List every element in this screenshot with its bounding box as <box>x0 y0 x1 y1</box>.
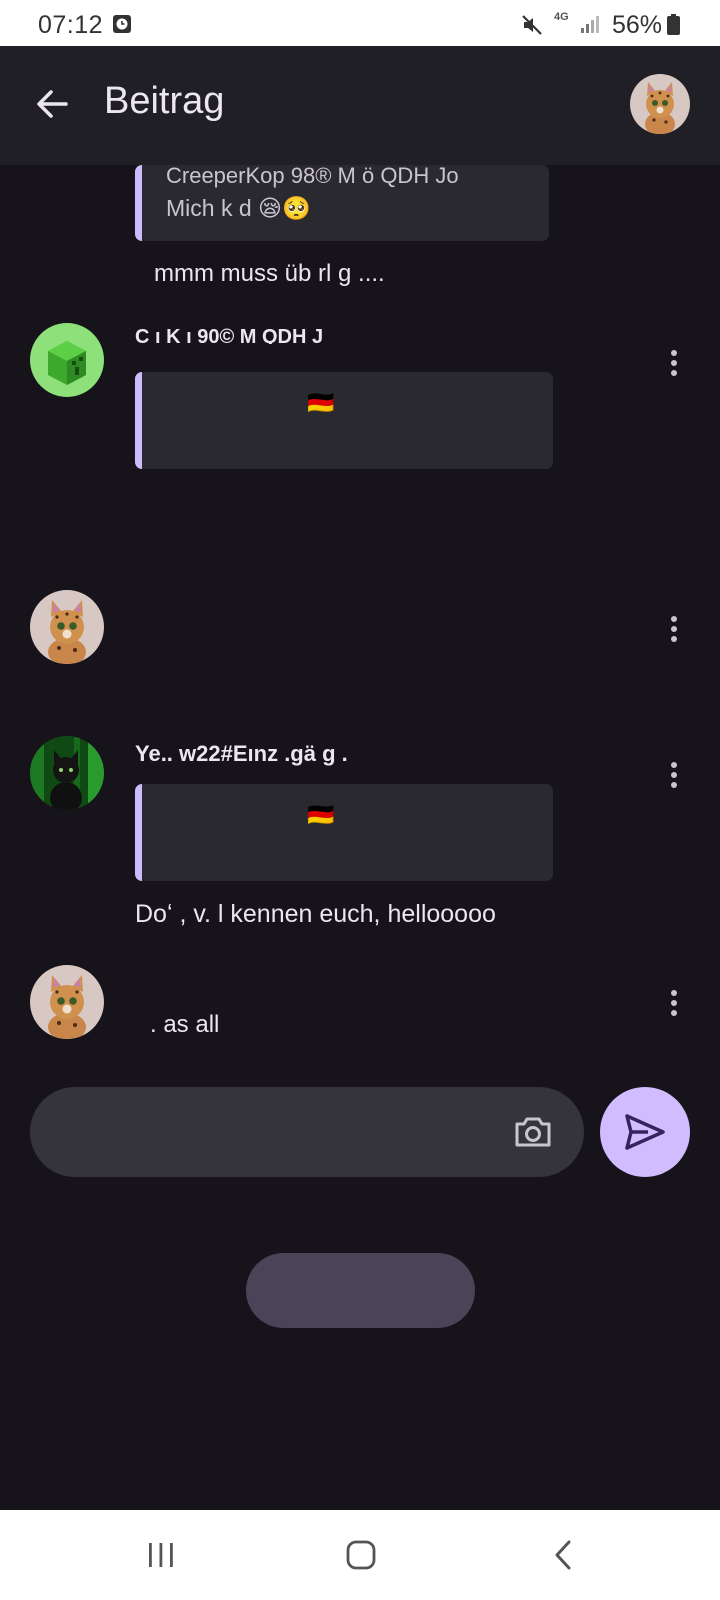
cat-avatar-image <box>30 965 104 1039</box>
comment-input[interactable] <box>30 1087 584 1177</box>
post-2-quote-flag: 🇩🇪 <box>307 390 335 415</box>
post-4-quote-flag: 🇩🇪 <box>307 802 335 827</box>
status-bar: 07:12 4G 56% <box>0 0 720 46</box>
post-1-quote-line1: CreeperKop 98® M ö QDH Jo <box>166 163 459 188</box>
post-1-text: mmm muss üb rl g .... <box>154 260 385 287</box>
post-4-more-vert-icon[interactable] <box>664 758 684 792</box>
back-arrow-icon[interactable] <box>30 82 74 126</box>
mute-icon <box>522 15 542 35</box>
back-nav-icon[interactable] <box>550 1539 578 1571</box>
top-app-bar: Beitrag <box>0 46 720 165</box>
clock-icon <box>113 15 131 33</box>
post-2-more-vert-icon[interactable] <box>664 346 684 380</box>
post-4-avatar[interactable] <box>30 736 104 810</box>
camera-icon[interactable] <box>512 1111 554 1153</box>
post-5-more-vert-icon[interactable] <box>664 986 684 1020</box>
send-icon <box>625 1114 665 1150</box>
floating-pill-button[interactable] <box>246 1253 475 1328</box>
status-time: 07:12 <box>38 11 104 39</box>
battery-icon <box>667 14 680 35</box>
user-avatar[interactable] <box>630 74 690 134</box>
page-title: Beitrag <box>104 80 225 122</box>
post-4-text: Doʻ , v. l kennen euch, hellooooo <box>135 900 496 928</box>
post-2-username: C ı K ı 90© M QDH J <box>135 326 324 344</box>
post-5-text: . as all <box>150 1011 220 1038</box>
post-1-quote[interactable]: CreeperKop 98® M ö QDH Jo Mich k d 😪🥺 <box>135 163 549 241</box>
send-button[interactable] <box>600 1087 690 1177</box>
cat-avatar-image <box>30 590 104 664</box>
black-cat-avatar-image <box>30 736 104 810</box>
post-1-quote-line2: Mich k d 😪🥺 <box>166 195 311 221</box>
network-type: 4G <box>554 11 569 23</box>
post-3-more-vert-icon[interactable] <box>664 612 684 646</box>
post-5-avatar[interactable] <box>30 965 104 1039</box>
creeper-avatar-image <box>30 323 104 397</box>
signal-icon <box>581 16 599 33</box>
recents-icon[interactable] <box>146 1540 176 1570</box>
post-4-quote[interactable]: 🇩🇪 <box>135 784 553 881</box>
post-3-avatar[interactable] <box>30 590 104 664</box>
post-2-quote[interactable]: 🇩🇪 <box>135 372 553 469</box>
post-2-avatar[interactable] <box>30 323 104 397</box>
post-4-username: Ye.. w22#Eınz .gä g . <box>135 741 348 766</box>
cat-avatar-image <box>630 74 690 134</box>
battery-percent: 56% <box>612 11 663 39</box>
home-icon[interactable] <box>345 1539 377 1571</box>
system-nav-bar <box>0 1510 720 1600</box>
